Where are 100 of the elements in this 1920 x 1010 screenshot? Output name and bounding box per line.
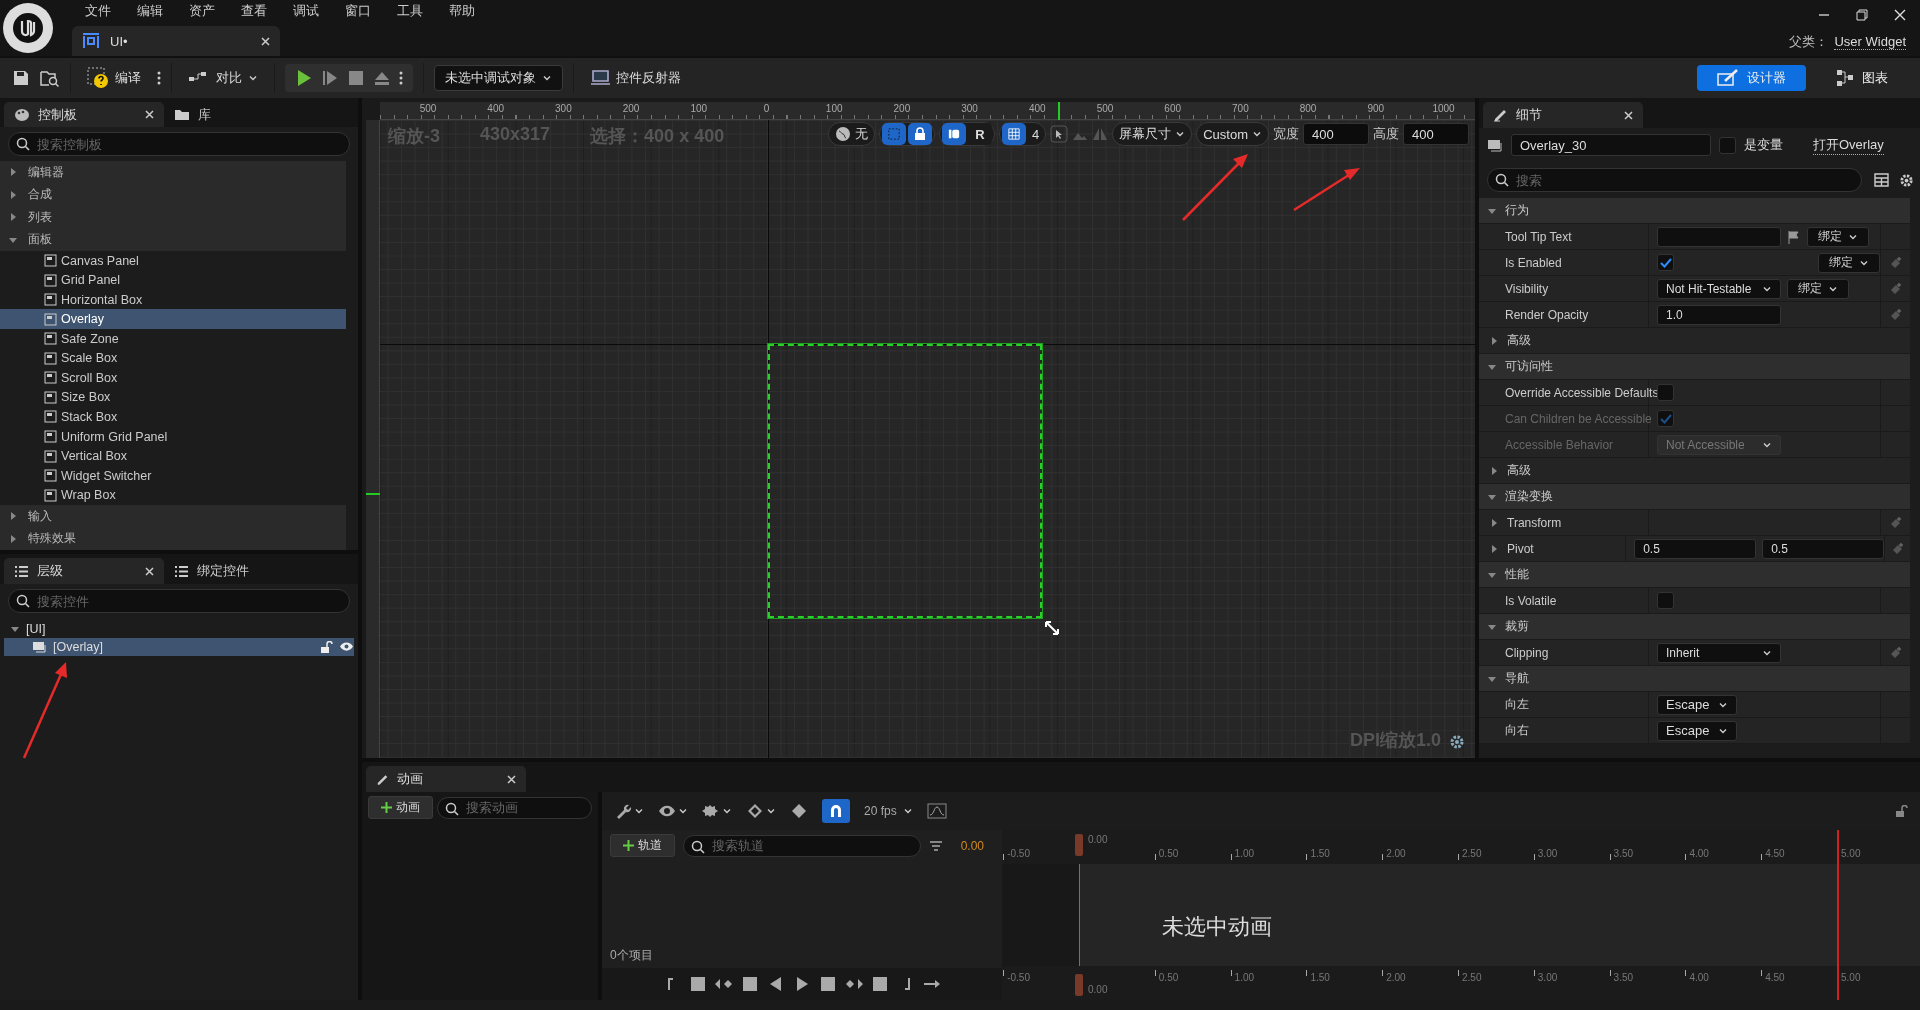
snap-toggle[interactable] xyxy=(822,799,850,823)
add-animation-button[interactable]: 动画 xyxy=(368,796,433,819)
bind-dropdown[interactable]: 绑定 xyxy=(1818,252,1880,273)
palette-item[interactable]: Grid Panel xyxy=(0,270,346,290)
width-field[interactable]: 400 xyxy=(1303,123,1369,145)
section-header[interactable]: 行为 xyxy=(1479,198,1910,224)
menu-item[interactable]: 查看 xyxy=(228,2,280,20)
value-dropdown[interactable]: Inherit xyxy=(1657,642,1781,663)
section-header[interactable]: 裁剪 xyxy=(1479,614,1910,640)
menu-item[interactable]: 窗口 xyxy=(332,2,384,20)
marquee-toggle[interactable] xyxy=(881,123,906,145)
search-field[interactable]: 搜索控件 xyxy=(8,589,350,613)
palette-item[interactable]: Size Box xyxy=(0,387,346,408)
category-row[interactable]: 列表 xyxy=(0,205,346,229)
search-field[interactable]: 搜索控制板 xyxy=(8,132,350,156)
tree-row[interactable]: [Overlay] xyxy=(4,638,354,656)
palette-item[interactable]: Uniform Grid Panel xyxy=(0,426,346,447)
reflector-button[interactable]: 控件反射器 xyxy=(584,65,687,91)
panel-tab[interactable]: 控制板 xyxy=(4,102,164,128)
lock-toggle[interactable] xyxy=(907,123,932,145)
more-icon[interactable] xyxy=(157,70,161,86)
search-field[interactable]: 搜索轨道 xyxy=(683,834,921,857)
category-row[interactable]: 编辑器 xyxy=(0,160,346,184)
palette-item[interactable]: Widget Switcher xyxy=(0,465,346,486)
playhead-handle[interactable] xyxy=(1075,974,1083,996)
collapsed-arrow-icon[interactable] xyxy=(1489,517,1499,528)
close-icon[interactable] xyxy=(145,110,154,120)
palette-item[interactable]: Canvas Panel xyxy=(0,250,346,271)
number-field[interactable]: 0.5 xyxy=(1634,538,1757,559)
resize-icon[interactable] xyxy=(1044,620,1060,636)
world-toggle[interactable]: 无 xyxy=(827,122,875,146)
eye-icon[interactable] xyxy=(339,640,354,652)
number-field[interactable]: 0.5 xyxy=(1762,538,1885,559)
more-icon[interactable] xyxy=(399,70,403,86)
palette-item[interactable]: Vertical Box xyxy=(0,446,346,466)
time-ruler[interactable]: -0.50 0.50 1.00 1.50 2.00 2.50 3.00 3.50 4.00 4.50 5.00 0.00 xyxy=(1002,830,1920,864)
diff-button[interactable]: 对比 xyxy=(182,65,264,91)
mode-button[interactable]: 设计器 xyxy=(1697,65,1806,91)
square-icon[interactable] xyxy=(740,974,760,994)
collapsed-arrow-icon[interactable] xyxy=(8,511,18,522)
close-icon[interactable] xyxy=(1624,110,1633,120)
palette-item[interactable]: Overlay xyxy=(0,309,346,329)
document-tab[interactable]: UI• xyxy=(72,26,280,56)
collapsed-arrow-icon[interactable] xyxy=(8,189,18,200)
bind-dropdown[interactable]: 绑定 xyxy=(1787,278,1849,299)
height-field[interactable]: 400 xyxy=(1403,123,1469,145)
mode-button[interactable]: 图表 xyxy=(1816,65,1908,91)
panel-tab[interactable]: 动画 xyxy=(366,766,526,792)
parent-class-link[interactable]: User Widget xyxy=(1834,34,1906,50)
collapsed-arrow-icon[interactable] xyxy=(8,212,18,223)
save-icon[interactable] xyxy=(12,69,30,87)
square-icon[interactable] xyxy=(688,974,708,994)
collapsed-arrow-icon[interactable] xyxy=(1489,465,1499,476)
table-icon[interactable] xyxy=(1874,173,1889,187)
curve-icon[interactable] xyxy=(926,803,947,819)
stop-icon[interactable] xyxy=(347,69,365,87)
collapsed-arrow-icon[interactable] xyxy=(8,167,18,178)
panel-tab[interactable]: 库 xyxy=(164,102,324,128)
playhead-handle[interactable] xyxy=(1075,834,1083,856)
screen-size-dropdown[interactable]: 屏幕尺寸 xyxy=(1112,122,1193,146)
eye-icon[interactable] xyxy=(658,803,676,819)
collapsed-arrow-icon[interactable] xyxy=(1489,335,1499,346)
browse-icon[interactable] xyxy=(40,69,60,87)
respect-locks-toggle[interactable] xyxy=(941,123,966,145)
compile-button[interactable]: 编译 xyxy=(81,63,147,93)
value-dropdown[interactable]: Not Hit-Testable xyxy=(1657,278,1781,299)
debug-target-dropdown[interactable]: 未选中调试对象 xyxy=(434,65,563,91)
palette-item[interactable]: Wrap Box xyxy=(0,485,346,505)
close-icon[interactable] xyxy=(145,566,154,576)
step-icon[interactable] xyxy=(321,69,339,87)
panel-tab[interactable]: 层级 xyxy=(4,558,164,584)
section-header[interactable]: 渲染变换 xyxy=(1479,484,1910,510)
menu-item[interactable]: 帮助 xyxy=(436,2,488,20)
checkbox[interactable] xyxy=(1657,254,1674,271)
timeline[interactable]: -0.50 0.50 1.00 1.50 2.00 2.50 3.00 3.50 4.00 4.50 5.00 0.00 -0.50 0.50 1.00 1.50 2.00 2.50 3.00 3.50 4.00 4.50 5.00 0.00 未选中动画 xyxy=(1002,830,1920,1000)
preset-dropdown[interactable]: Custom xyxy=(1196,122,1269,146)
square-icon[interactable] xyxy=(818,974,838,994)
number-field[interactable]: 1.0 xyxy=(1657,304,1781,325)
palette-item[interactable]: Scale Box xyxy=(0,348,346,369)
collapsed-arrow-icon[interactable] xyxy=(1489,543,1499,554)
palette-item[interactable]: Scroll Box xyxy=(0,368,346,388)
panel-tab[interactable]: 绑定控件 xyxy=(164,558,324,584)
current-time[interactable]: 0.00 xyxy=(950,838,994,853)
palette-item[interactable]: Safe Zone xyxy=(0,329,346,349)
play-icon[interactable] xyxy=(295,69,313,87)
app-logo[interactable] xyxy=(3,3,53,53)
palette-item[interactable]: Horizontal Box xyxy=(0,289,346,310)
end-marker-line[interactable] xyxy=(1837,830,1839,1000)
filter-icon[interactable] xyxy=(928,839,943,852)
diamond-icon[interactable] xyxy=(746,803,764,819)
category-row[interactable]: 合成 xyxy=(0,183,346,206)
expanded-arrow-icon[interactable] xyxy=(10,624,20,634)
menu-item[interactable]: 编辑 xyxy=(124,2,176,20)
tree-row[interactable]: [UI] xyxy=(4,620,354,638)
value-dropdown[interactable]: Escape xyxy=(1657,720,1737,741)
category-row[interactable]: 输入 xyxy=(0,504,346,528)
square-icon[interactable] xyxy=(870,974,890,994)
unlock-icon[interactable] xyxy=(320,640,333,654)
close-icon[interactable] xyxy=(1894,9,1906,21)
category-row[interactable]: 面板 xyxy=(0,228,346,251)
